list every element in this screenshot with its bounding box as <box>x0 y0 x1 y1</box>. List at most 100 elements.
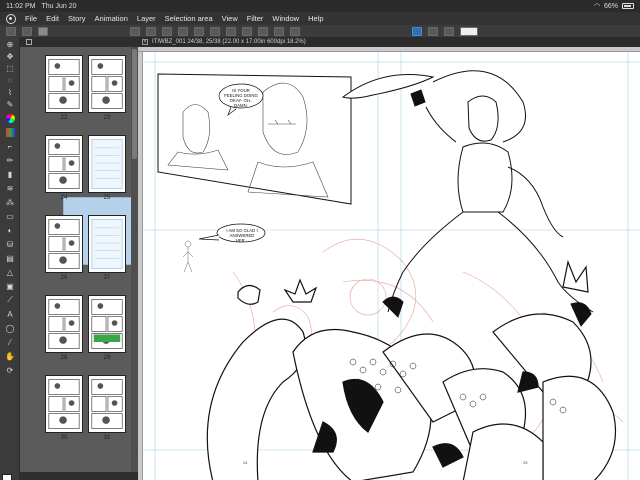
speech-bubble-2: I AM SO GLAD I ANSWERED HER... <box>226 228 258 243</box>
page-number-label: 31 <box>103 435 111 441</box>
page-number-right: 25 <box>523 460 528 465</box>
menu-layer[interactable]: Layer <box>137 14 156 23</box>
menu-edit[interactable]: Edit <box>46 14 59 23</box>
page-number-left: 24 <box>243 460 248 465</box>
undo-icon[interactable] <box>178 26 188 36</box>
scrollbar-thumb[interactable] <box>132 49 137 159</box>
page-thumbnail[interactable] <box>88 135 126 193</box>
grid-icon[interactable] <box>6 26 16 36</box>
palette-icon[interactable] <box>4 127 16 137</box>
thumbnail-art <box>48 219 80 269</box>
redo-icon[interactable] <box>194 26 204 36</box>
airbrush-icon[interactable]: ≋ <box>4 183 16 193</box>
battery-percent: 66% <box>603 2 618 10</box>
blend-icon[interactable]: ◐ <box>4 225 16 235</box>
zoom-icon[interactable]: ⊕ <box>4 39 16 49</box>
document-title: ITIWBZ_001 24/38, 25/38 (22.00 x 17.00in… <box>152 39 306 45</box>
app-logo-icon[interactable] <box>6 13 16 24</box>
status-bar: 11:02 PM Thu Jun 20 ◠ 66% <box>0 0 640 12</box>
page-number-label: 24 <box>60 195 68 201</box>
page-thumbnail[interactable] <box>45 295 83 353</box>
ruler-icon[interactable]: ⟋ <box>4 295 16 305</box>
special-ruler-icon[interactable] <box>428 26 438 36</box>
pencil-icon[interactable]: ✏ <box>4 155 16 165</box>
figure-icon[interactable]: △ <box>4 267 16 277</box>
page-thumbnail[interactable] <box>88 375 126 433</box>
fill-bucket-icon[interactable]: ⛁ <box>4 239 16 249</box>
speech-bubble-1: IS YOUR FEELING DOING OKAY- OH.. DAMN. <box>224 88 258 108</box>
page-number-label: 27 <box>103 275 111 281</box>
fill-icon[interactable] <box>242 26 252 36</box>
eye-icon[interactable] <box>38 26 48 36</box>
settings-icon[interactable] <box>460 26 478 36</box>
thumbnail-art <box>48 379 80 429</box>
clear-icon[interactable] <box>210 26 220 36</box>
marker-icon[interactable]: ▮ <box>4 169 16 179</box>
line-correction-icon[interactable]: ⁄ <box>4 337 16 347</box>
app-window: 11:02 PM Thu Jun 20 ◠ 66% File Edit Stor… <box>0 0 640 480</box>
document-tab[interactable]: × ITIWBZ_001 24/38, 25/38 (22.00 x 17.00… <box>138 37 640 47</box>
deselect-icon[interactable] <box>258 26 268 36</box>
menu-animation[interactable]: Animation <box>95 14 128 23</box>
artwork <box>143 52 640 480</box>
menu-story[interactable]: Story <box>68 14 86 23</box>
ruler-snap-icon[interactable] <box>412 26 422 36</box>
save-icon[interactable] <box>162 26 172 36</box>
gradient-icon[interactable]: ▤ <box>4 253 16 263</box>
grid-snap-icon[interactable] <box>444 26 454 36</box>
page-thumbnail[interactable] <box>88 295 126 353</box>
page-list-scrollbar[interactable] <box>131 47 138 472</box>
new-file-icon[interactable] <box>130 26 140 36</box>
canvas-paper[interactable]: IS YOUR FEELING DOING OKAY- OH.. DAMN. I… <box>143 52 640 480</box>
transform-icon[interactable] <box>226 26 236 36</box>
menu-filter[interactable]: Filter <box>247 14 264 23</box>
menu-selection-area[interactable]: Selection area <box>165 14 213 23</box>
text-icon[interactable]: A <box>4 309 16 319</box>
brush-icon[interactable]: ⌐ <box>4 141 16 151</box>
page-thumbnail[interactable] <box>45 215 83 273</box>
page-thumbnail[interactable] <box>45 55 83 113</box>
page-manager-icon <box>26 39 32 45</box>
lasso-icon[interactable]: ◌ <box>4 75 16 85</box>
page-number-label: 26 <box>60 275 68 281</box>
color-wheel-icon[interactable] <box>4 113 16 123</box>
page-thumbnail[interactable] <box>45 135 83 193</box>
thumbnail-art <box>48 139 80 189</box>
page-thumbnail[interactable] <box>88 55 126 113</box>
panel-footer <box>20 472 138 480</box>
open-file-icon[interactable] <box>146 26 156 36</box>
eraser-icon[interactable]: ▭ <box>4 211 16 221</box>
hand-icon[interactable]: ✋ <box>4 351 16 361</box>
page-manager-tab[interactable] <box>20 37 138 47</box>
thumbnail-art <box>91 379 123 429</box>
page-number-label: 22 <box>60 115 68 121</box>
menu-file[interactable]: File <box>25 14 37 23</box>
close-icon[interactable]: × <box>142 39 148 45</box>
page-number-label: 30 <box>60 435 68 441</box>
page-number-label: 29 <box>103 355 111 361</box>
eyedropper-icon[interactable]: ⌇ <box>4 87 16 97</box>
view-icon[interactable] <box>22 26 32 36</box>
page-number-label: 28 <box>60 355 68 361</box>
invert-icon[interactable] <box>274 26 284 36</box>
canvas-area[interactable]: IS YOUR FEELING DOING OKAY- OH.. DAMN. I… <box>138 47 640 480</box>
menu-help[interactable]: Help <box>308 14 323 23</box>
page-thumbnail[interactable] <box>45 375 83 433</box>
crop-icon[interactable] <box>290 26 300 36</box>
decoration-icon[interactable]: ⁂ <box>4 197 16 207</box>
thumbnail-art <box>91 59 123 109</box>
menu-window[interactable]: Window <box>272 14 299 23</box>
page-number-label: 23 <box>103 115 111 121</box>
battery-icon <box>622 3 634 9</box>
thumbnail-art <box>91 299 123 349</box>
move-icon[interactable]: ✥ <box>4 51 16 61</box>
thumbnail-art <box>48 59 80 109</box>
balloon-icon[interactable]: ◯ <box>4 323 16 333</box>
page-thumbnail[interactable] <box>88 215 126 273</box>
menu-view[interactable]: View <box>222 14 238 23</box>
pen-icon[interactable]: ✎ <box>4 99 16 109</box>
select-icon[interactable]: ⬚ <box>4 63 16 73</box>
frame-icon[interactable]: ▣ <box>4 281 16 291</box>
rotate-icon[interactable]: ⟳ <box>4 365 16 375</box>
date: Thu Jun 20 <box>41 2 77 10</box>
